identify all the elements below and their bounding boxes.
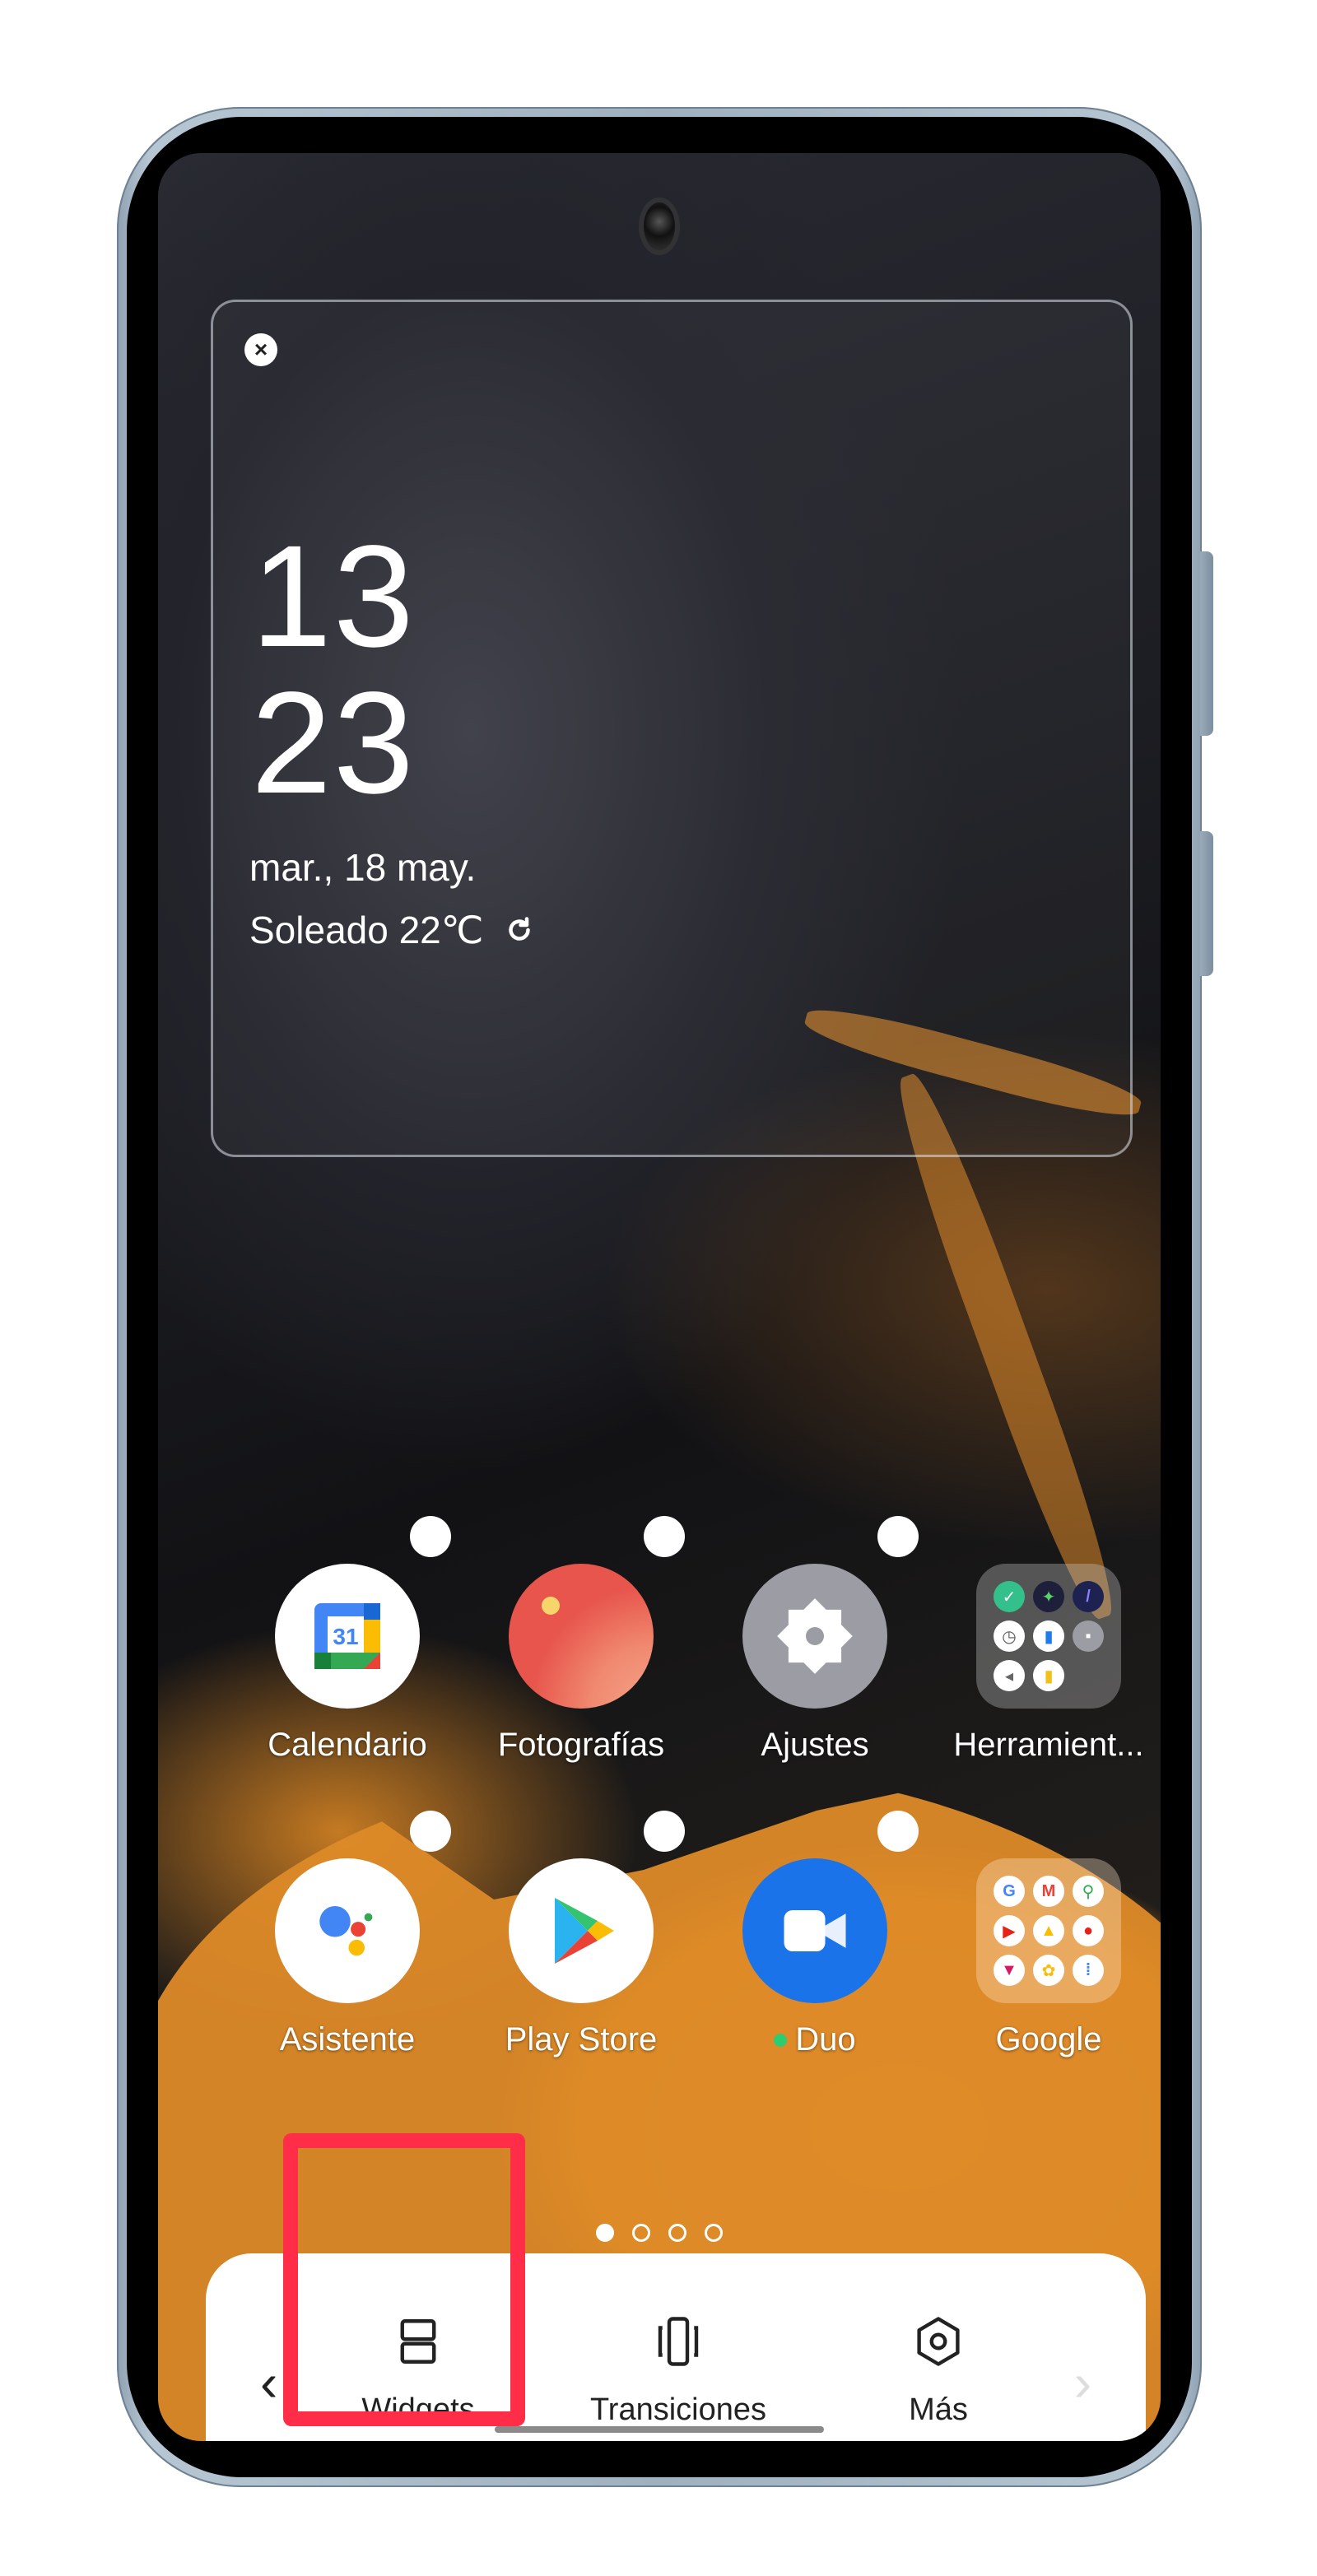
notification-dot	[410, 1811, 451, 1852]
app-asistente[interactable]: Asistente	[232, 1811, 463, 2058]
widget-weather: Soleado 22℃	[249, 908, 534, 952]
youtube-music-icon: ●	[1073, 1915, 1104, 1946]
phone-bezel: × 13 23 mar., 18 may. Soleado 22℃ 31 Cal…	[127, 117, 1192, 2477]
folder-icon: G M ⚲ ▶ ▲ ● ▼ ✿ ⁞	[976, 1858, 1121, 2003]
new-app-indicator	[774, 2033, 788, 2047]
calendar-day: 31	[333, 1624, 358, 1649]
folder-icon: ✓ ✦ / ◷ ▮ ▪ ◂ ▮	[976, 1564, 1121, 1709]
clock-weather-widget[interactable]: × 13 23 mar., 18 may. Soleado 22℃	[211, 300, 1133, 1157]
toolbar-next-button[interactable]: ›	[1074, 2352, 1091, 2413]
compass-icon: /	[1073, 1581, 1104, 1612]
notification-dot	[877, 1516, 919, 1557]
page-dot[interactable]	[596, 2224, 614, 2242]
play-store-icon	[509, 1858, 654, 2003]
app-ajustes[interactable]: Ajustes	[700, 1516, 930, 1764]
app-label: Calendario	[268, 1727, 427, 1763]
app-duo[interactable]: Duo	[700, 1811, 930, 2058]
maps-icon: ⚲	[1073, 1876, 1104, 1907]
page-dot[interactable]	[705, 2224, 723, 2242]
google-photos-icon: ✿	[1033, 1955, 1064, 1986]
notification-dot	[877, 1811, 919, 1852]
phone-frame: × 13 23 mar., 18 may. Soleado 22℃ 31 Cal…	[117, 107, 1213, 2487]
duo-video-icon	[742, 1858, 887, 2003]
drive-icon: ▲	[1033, 1915, 1064, 1946]
close-icon: ×	[254, 337, 268, 362]
app-lock-icon: ▪	[1073, 1620, 1104, 1652]
games-icon: ✦	[1033, 1581, 1064, 1612]
youtube-icon: ▶	[994, 1915, 1025, 1946]
widgets-highlight-box	[283, 2133, 525, 2426]
toolbar-more-button[interactable]: Más	[815, 2314, 1062, 2428]
refresh-icon[interactable]	[505, 915, 534, 945]
toolbar-label: Transiciones	[589, 2392, 766, 2427]
home-screen: × 13 23 mar., 18 may. Soleado 22℃ 31 Cal…	[158, 153, 1161, 2441]
google-assistant-icon	[275, 1858, 420, 2003]
home-gesture-bar[interactable]	[495, 2426, 824, 2433]
file-manager-icon: ▮	[1033, 1620, 1064, 1652]
transitions-icon	[658, 2317, 699, 2366]
widget-date: mar., 18 may.	[249, 846, 477, 889]
photos-icon	[509, 1564, 654, 1709]
clock-icon: ◷	[994, 1620, 1025, 1652]
folder-herramientas[interactable]: ✓ ✦ / ◷ ▮ ▪ ◂ ▮ Herramient...	[933, 1564, 1161, 1764]
toolbar-prev-button[interactable]: ‹	[260, 2352, 277, 2413]
chevron-right-icon: ›	[1073, 2353, 1091, 2412]
phone-manager-icon: ✓	[994, 1581, 1025, 1612]
front-camera	[644, 202, 675, 250]
widget-close-button[interactable]: ×	[244, 333, 277, 366]
notes-icon: ▮	[1033, 1660, 1064, 1691]
play-movies-icon: ▼	[994, 1955, 1025, 1986]
app-label: Duo	[795, 2021, 856, 2058]
toolbar-label: Más	[909, 2392, 968, 2427]
settings-gear-icon	[742, 1564, 887, 1709]
folder-google[interactable]: G M ⚲ ▶ ▲ ● ▼ ✿ ⁞ Google	[933, 1858, 1161, 2058]
clock-hours: 13	[251, 516, 416, 677]
app-calendario[interactable]: 31 Calendario	[232, 1516, 463, 1764]
toolbar-transitions-button[interactable]: Transiciones	[555, 2314, 802, 2428]
google-icon: G	[994, 1876, 1025, 1907]
page-dot[interactable]	[668, 2224, 686, 2242]
page-dot[interactable]	[632, 2224, 650, 2242]
volume-button	[1200, 551, 1213, 736]
app-fotografias[interactable]: Fotografías	[466, 1516, 696, 1764]
app-label: Asistente	[279, 2021, 416, 2058]
chevron-left-icon: ‹	[260, 2353, 278, 2412]
podcasts-icon: ⁞	[1073, 1955, 1104, 1986]
notification-dot	[410, 1516, 451, 1557]
app-label: Fotografías	[497, 1727, 665, 1763]
notification-dot	[644, 1516, 685, 1557]
app-label: Google	[995, 2021, 1102, 2058]
notification-dot	[644, 1811, 685, 1852]
sound-recorder-icon: ◂	[994, 1660, 1025, 1691]
google-calendar-icon: 31	[275, 1564, 420, 1709]
app-play-store[interactable]: Play Store	[466, 1811, 696, 2058]
power-button	[1200, 831, 1213, 976]
gmail-icon: M	[1033, 1876, 1064, 1907]
app-label: Play Store	[505, 2021, 658, 2058]
app-label: Ajustes	[761, 1727, 869, 1763]
app-label: Herramient...	[953, 1727, 1144, 1763]
clock-minutes: 23	[251, 663, 416, 824]
more-settings-icon	[917, 2317, 960, 2366]
weather-text: Soleado 22℃	[249, 909, 484, 951]
